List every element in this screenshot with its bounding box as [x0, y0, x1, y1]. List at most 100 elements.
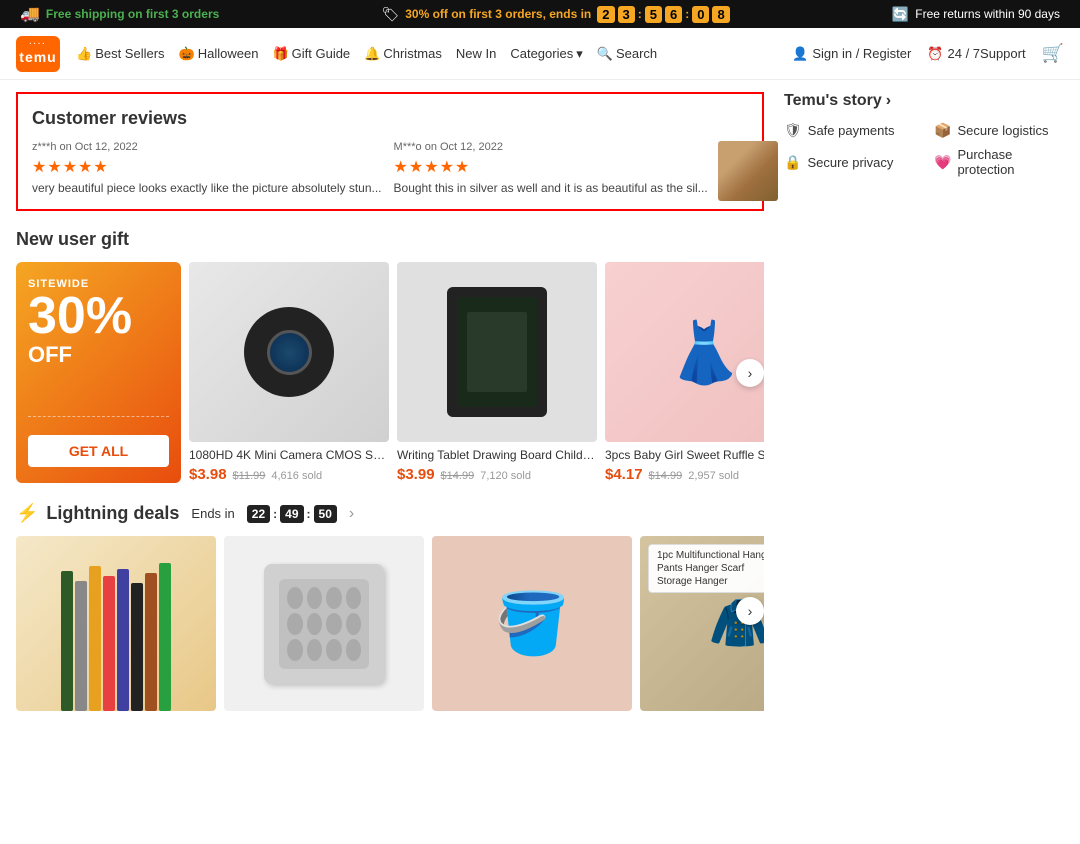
heart-icon: 💗: [934, 154, 951, 171]
chevron-down-icon: ▾: [576, 46, 583, 62]
right-panel: Temu's story › 🛡 Safe payments 📦 Secure …: [764, 92, 1064, 717]
story-item-secure-privacy: 🔒 Secure privacy: [784, 147, 914, 177]
countdown-d5: 0: [692, 6, 709, 23]
reviews-grid: z***h on Oct 12, 2022 ★★★★★ very beautif…: [32, 141, 748, 195]
lightning-scroll-arrow[interactable]: ›: [736, 597, 764, 625]
countdown-d2: 3: [618, 6, 635, 23]
pumpkin-icon: 🎃: [179, 46, 195, 62]
review-stars-1: ★★★★★: [32, 157, 382, 177]
lightning-d3: 50: [314, 505, 337, 523]
lightning-ends-label: Ends in: [191, 506, 234, 521]
product-original-baby: $14.99: [649, 470, 683, 482]
product-name-baby: 3pcs Baby Girl Sweet Ruffle Sweater ...: [605, 448, 764, 462]
promo-off: OFF: [28, 342, 169, 368]
lightning-countdown: 22 : 49 : 50: [247, 505, 337, 523]
product-price-baby: $4.17: [605, 466, 643, 483]
top-banner: 🚚 Free shipping on first 3 orders 🏷 30% …: [0, 0, 1080, 28]
reviews-title: Customer reviews: [32, 108, 748, 129]
delivery-icon: 📦: [934, 122, 951, 139]
shield-icon: 🛡: [784, 122, 802, 139]
banner-shipping: 🚚 Free shipping on first 3 orders: [20, 4, 219, 24]
lightning-card-hanger[interactable]: 1pc Multifunctional Hanger Pants Hanger …: [640, 536, 764, 717]
products-scroll-arrow[interactable]: ›: [736, 359, 764, 387]
new-user-gift-header: New user gift: [16, 229, 764, 250]
nav-new-in[interactable]: New In: [456, 46, 496, 61]
product-price-camera: $3.98: [189, 466, 227, 483]
nav-gift-guide[interactable]: 🎁 Gift Guide: [272, 46, 350, 62]
lightning-card-socks[interactable]: [16, 536, 216, 717]
left-panel: Customer reviews z***h on Oct 12, 2022 ★…: [16, 92, 764, 717]
promo-card[interactable]: SITEWIDE 30% OFF GET ALL: [16, 262, 181, 483]
product-card-camera[interactable]: 1080HD 4K Mini Camera CMOS Sens... $3.98…: [189, 262, 389, 483]
lightning-deals-header: ⚡ Lightning deals Ends in 22 : 49 : 50 ›: [16, 503, 764, 524]
discount-icon: 🏷: [381, 6, 399, 23]
countdown-timer: 2 3 : 5 6 : 0 8: [597, 6, 729, 23]
review-text-1: very beautiful piece looks exactly like …: [32, 181, 382, 195]
nav-halloween[interactable]: 🎃 Halloween: [179, 46, 259, 62]
lightning-more-arrow[interactable]: ›: [349, 505, 354, 523]
product-pricing-camera: $3.98 $11.99 4,616 sold: [189, 466, 389, 483]
countdown-d4: 6: [665, 6, 682, 23]
get-all-button[interactable]: GET ALL: [28, 435, 169, 467]
countdown-d3: 5: [645, 6, 662, 23]
gift-icon: 🎁: [272, 46, 288, 62]
lightning-products-scroll: 🪣 1pc Multifunctional Hanger Pants Hange…: [16, 536, 764, 717]
customer-reviews-box: Customer reviews z***h on Oct 12, 2022 ★…: [16, 92, 764, 211]
promo-percent: 30%: [28, 290, 169, 342]
review-thumbnail: [718, 141, 778, 201]
support-button[interactable]: ⏰ 24 / 7Support: [927, 46, 1025, 62]
banner-discount: 🏷 30% off on first 3 orders, ends in 2 3…: [381, 6, 729, 23]
truck-icon: 🚚: [20, 4, 40, 24]
lightning-d1: 22: [247, 505, 270, 523]
returns-icon: 🔄: [892, 6, 909, 23]
review-stars-2: ★★★★★: [394, 157, 708, 177]
banner-discount-text: 30% off on first 3 orders, ends in: [405, 7, 591, 21]
lightning-card-drain[interactable]: [224, 536, 424, 717]
lock-icon: 🔒: [784, 154, 801, 171]
cart-button[interactable]: 🛒: [1042, 43, 1064, 64]
clock-icon: ⏰: [927, 46, 943, 62]
product-original-camera: $11.99: [233, 470, 266, 482]
story-chevron-icon: ›: [886, 92, 891, 110]
product-card-tablet[interactable]: Writing Tablet Drawing Board Childre... …: [397, 262, 597, 483]
nav-bestsellers[interactable]: 👍 Best Sellers: [76, 46, 165, 62]
product-price-tablet: $3.99: [397, 466, 435, 483]
countdown-d6: 8: [712, 6, 729, 23]
review-text-2: Bought this in silver as well and it is …: [394, 181, 708, 195]
product-img-tablet: [397, 262, 597, 442]
review-item-1: z***h on Oct 12, 2022 ★★★★★ very beautif…: [32, 141, 382, 195]
lightning-card-cleaning[interactable]: 🪣: [432, 536, 632, 717]
story-item-safe-payments: 🛡 Safe payments: [784, 122, 914, 139]
signin-button[interactable]: 👤 Sign in / Register: [792, 46, 911, 62]
banner-returns: 🔄 Free returns within 90 days: [892, 6, 1060, 23]
nav-right: 👤 Sign in / Register ⏰ 24 / 7Support 🛒: [792, 43, 1064, 64]
temu-story: Temu's story › 🛡 Safe payments 📦 Secure …: [784, 92, 1064, 177]
lightning-img-drain: [224, 536, 424, 711]
main-nav: ···· temu 👍 Best Sellers 🎃 Halloween 🎁 G…: [0, 28, 1080, 80]
temu-story-grid: 🛡 Safe payments 📦 Secure logistics 🔒 Sec…: [784, 122, 1064, 177]
product-name-camera: 1080HD 4K Mini Camera CMOS Sens...: [189, 448, 389, 462]
nav-links: 👍 Best Sellers 🎃 Halloween 🎁 Gift Guide …: [76, 46, 657, 62]
nav-christmas[interactable]: 🔔 Christmas: [364, 46, 442, 62]
nav-search[interactable]: 🔍 Search: [597, 46, 657, 62]
nav-categories[interactable]: Categories ▾: [510, 46, 582, 62]
review-author-2: M***o on Oct 12, 2022: [394, 141, 708, 153]
product-name-tablet: Writing Tablet Drawing Board Childre...: [397, 448, 597, 462]
product-sold-tablet: 7,120 sold: [480, 470, 531, 482]
thumb-up-icon: 👍: [76, 46, 92, 62]
review-item-2: M***o on Oct 12, 2022 ★★★★★ Bought this …: [394, 141, 778, 195]
product-sold-baby: 2,957 sold: [688, 470, 739, 482]
hanger-tooltip: 1pc Multifunctional Hanger Pants Hanger …: [648, 544, 764, 593]
lightning-d2: 49: [280, 505, 303, 523]
story-item-purchase-protection: 💗 Purchase protection: [934, 147, 1064, 177]
temu-story-title[interactable]: Temu's story ›: [784, 92, 1064, 110]
lightning-img-socks: [16, 536, 216, 711]
product-img-camera: [189, 262, 389, 442]
countdown-d1: 2: [597, 6, 614, 23]
nav-left: ···· temu 👍 Best Sellers 🎃 Halloween 🎁 G…: [16, 36, 657, 72]
lightning-img-cleaning: 🪣: [432, 536, 632, 711]
search-icon: 🔍: [597, 46, 613, 62]
new-user-gift-title: New user gift: [16, 229, 129, 250]
temu-logo[interactable]: ···· temu: [16, 36, 60, 72]
main-content: Customer reviews z***h on Oct 12, 2022 ★…: [0, 80, 1080, 729]
